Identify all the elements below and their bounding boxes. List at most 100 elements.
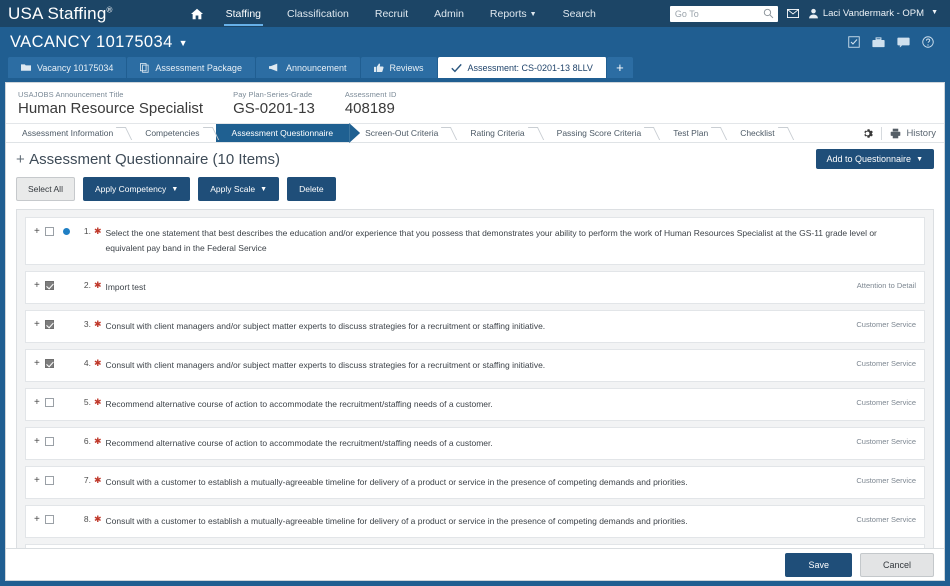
vacancy-title[interactable]: VACANCY 10175034 ▼ [10,33,188,52]
top-navigation-bar: USA Staffing® Staffing Classification Re… [0,0,950,27]
printer-icon [890,128,901,139]
save-button[interactable]: Save [785,552,852,577]
row-checkbox[interactable] [44,476,54,485]
cancel-button[interactable]: Cancel [859,552,934,577]
expand-icon[interactable]: + [32,475,45,487]
question-number: 2. [83,280,91,290]
crumb-checklist[interactable]: Checklist [724,124,791,142]
field-value: GS-0201-13 [233,100,315,117]
button-label: Apply Competency [94,184,167,194]
crumb-test-plan[interactable]: Test Plan [657,124,725,142]
expand-icon[interactable]: + [32,280,45,292]
expand-icon[interactable]: + [32,514,45,526]
expand-icon[interactable]: + [32,397,45,409]
tab-announcement[interactable]: Announcement [255,57,361,78]
apply-competency-button[interactable]: Apply Competency ▼ [82,177,191,201]
required-star-icon: ✱ [93,280,102,290]
nav-label: Search [562,7,596,20]
crumb-spacer [790,124,863,142]
chat-icon[interactable] [897,37,910,48]
crumb-assessment-questionnaire[interactable]: Assessment Questionnaire [215,124,350,142]
crumb-label: Assessment Information [22,128,114,138]
crumb-passing-score-criteria[interactable]: Passing Score Criteria [540,124,658,142]
page-title-row: + Assessment Questionnaire (10 Items) Ad… [6,143,944,171]
identity-field-assessment-id: Assessment ID 408189 [345,90,427,117]
required-star-icon: ✱ [93,436,102,446]
chevron-down-icon: ▼ [916,156,923,163]
goto-input[interactable] [669,5,778,22]
main-content-panel: USAJOBS Announcement Title Human Resourc… [5,82,945,581]
question-row: + 6. ✱ Recommend alternative course of a… [25,427,925,460]
expand-icon[interactable]: + [32,226,45,238]
gear-icon[interactable] [862,128,874,139]
button-label: Select All [28,184,63,194]
row-checkbox[interactable] [44,320,54,329]
row-checkbox[interactable] [44,281,54,290]
crumb-assessment-information[interactable]: Assessment Information [6,124,130,142]
question-text: Recommend alternative course of action t… [105,399,493,409]
app-logo-text: USA Staffing [8,3,107,23]
tab-label: Reviews [389,62,424,73]
nav-item-classification[interactable]: Classification [274,2,362,26]
select-all-button[interactable]: Select All [16,177,75,201]
tab-vacancy[interactable]: Vacancy 10175034 [8,57,128,78]
question-row: + 4. ✱ Consult with client managers and/… [25,349,925,382]
vacancy-header-bar: VACANCY 10175034 ▼ [0,27,950,57]
expand-icon[interactable]: + [32,319,45,331]
button-label: Cancel [882,559,911,570]
row-checkbox[interactable] [44,398,54,407]
expand-all-toggle[interactable]: + [16,151,25,168]
search-icon [763,8,774,19]
nav-item-recruit[interactable]: Recruit [362,2,421,26]
question-number: 3. [83,319,91,329]
briefcase-icon[interactable] [872,36,885,48]
page-title: + Assessment Questionnaire (10 Items) [16,151,280,168]
row-checkbox[interactable] [44,227,54,236]
nav-item-search[interactable]: Search [550,2,609,26]
nav-label: Recruit [374,7,409,20]
field-label: Assessment ID [344,90,397,99]
tab-reviews[interactable]: Reviews [360,57,438,78]
envelope-icon[interactable] [786,9,799,18]
user-name: Laci Vandermark - OPM [822,8,925,19]
crumb-label: Test Plan [673,128,709,138]
question-text: Recommend alternative course of action t… [105,438,493,448]
add-to-questionnaire-button[interactable]: Add to Questionnaire ▼ [815,149,934,169]
footer-actions: Save Cancel [6,548,944,580]
nav-item-staffing[interactable]: Staffing [213,2,274,26]
crumb-rating-criteria[interactable]: Rating Criteria [454,124,541,142]
divider [881,126,883,140]
app-logo: USA Staffing® [8,4,121,24]
row-checkbox[interactable] [44,437,54,446]
top-nav-right-group: Laci Vandermark - OPM ▼ [669,5,942,22]
user-menu[interactable]: Laci Vandermark - OPM ▼ [808,8,938,19]
row-checkbox[interactable] [44,515,54,524]
add-tab-button[interactable]: + [606,57,633,78]
nav-item-admin[interactable]: Admin [421,2,477,26]
help-icon[interactable] [922,36,934,48]
delete-button[interactable]: Delete [287,177,336,201]
home-icon[interactable] [181,8,213,20]
expand-icon[interactable]: + [32,436,45,448]
apply-scale-button[interactable]: Apply Scale ▼ [198,177,280,201]
breadcrumb-actions: History [862,124,944,142]
tab-assessment[interactable]: Assessment: CS-0201-13 8LLV [437,57,607,78]
question-row: + 5. ✱ Recommend alternative course of a… [25,388,925,421]
question-row: + 2. ✱ Import test Attention to Detail [25,271,925,304]
crumb-competencies[interactable]: Competencies [129,124,216,142]
button-label: Save [808,559,829,570]
crumb-screen-out-criteria[interactable]: Screen-Out Criteria [349,124,455,142]
goto-search-box[interactable] [669,5,778,22]
row-checkbox[interactable] [44,359,54,368]
tab-assessment-package[interactable]: Assessment Package [127,57,256,78]
registered-mark: ® [106,4,113,14]
plus-icon: + [616,60,624,75]
required-star-icon: ✱ [93,358,102,368]
nav-item-reports[interactable]: Reports ▼ [477,2,550,26]
history-button[interactable]: History [890,128,936,139]
required-star-icon: ✱ [93,319,102,329]
record-identity-bar: USAJOBS Announcement Title Human Resourc… [6,83,944,123]
breadcrumb: Assessment Information Competencies Asse… [6,123,944,143]
expand-icon[interactable]: + [32,358,45,370]
checklist-icon[interactable] [848,36,860,48]
